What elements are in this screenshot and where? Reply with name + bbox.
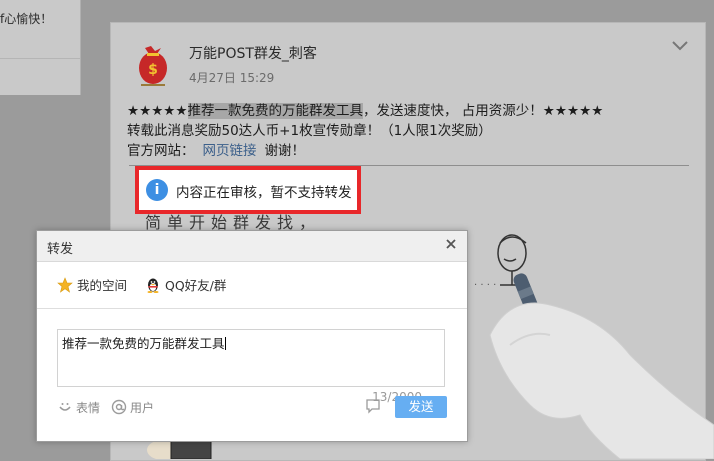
mention-user-button[interactable]: 用户 [111,399,154,416]
post-line-2: 转载此消息奖励50达人币+1枚宣传勋章！（1人限1次奖励） [127,123,492,139]
forward-comment-input[interactable]: 推荐一款免费的万能群发工具 13/2000 [57,329,445,404]
review-notice-text: 内容正在审核，暂不支持转发 [176,185,352,201]
svg-text:. . . .: . . . . [474,277,496,288]
review-notice: i 内容正在审核，暂不支持转发 [135,166,361,214]
tab-my-space-label: 我的空间 [77,278,128,293]
chevron-down-icon[interactable] [671,37,689,55]
emoji-button[interactable]: 表情 [57,399,100,416]
tab-qq-friends[interactable]: QQ好友/群 [145,275,226,294]
forward-dialog: 转发 我的空间 QQ好友/群 推荐一款免费的万能群发工具 表情 用户 发送 [36,230,468,442]
at-icon [111,399,127,415]
site-label: 官方网站： [127,143,195,159]
previous-post-text: f心愉快！ [0,12,53,26]
forward-comment-text: 推荐一款免费的万能群发工具 [62,336,225,351]
web-link[interactable]: 网页链接 [203,143,257,159]
dialog-title: 转发 [47,242,74,257]
post-content: ★★★★★推荐一款免费的万能群发工具，发送速度快， 占用资源少！★★★★★ 转载… [127,101,687,161]
dialog-body: 推荐一款免费的万能群发工具 13/2000 表情 用户 发送 [37,309,467,441]
post-author-name[interactable]: 万能POST群发_刺客 [189,43,317,63]
previous-post-card: f心愉快！ [0,0,81,95]
send-button[interactable]: 发送 [395,396,447,418]
qq-penguin-icon [147,278,159,293]
selected-text: 推荐一款免费的万能群发工具 [187,103,364,119]
mention-user-label: 用户 [130,401,155,415]
stars-prefix: ★★★★★ [127,103,188,119]
divider [0,58,80,59]
tab-my-space[interactable]: 我的空间 [55,275,130,311]
chat-bubble-icon[interactable] [365,398,381,414]
money-bag-avatar-icon[interactable]: $ [135,38,171,90]
tab-qq-friends-label: QQ好友/群 [165,278,227,293]
forward-target-tabs: 我的空间 QQ好友/群 [37,262,467,311]
post-timestamp: 4月27日 15:29 [189,71,275,85]
post-line-3: 官方网站： 网页链接 谢谢！ [127,141,687,161]
post-line-1-suffix: ，发送速度快， 占用资源少！★★★★★ [363,103,604,119]
emoji-label: 表情 [76,401,101,415]
star-icon [57,277,73,293]
smiley-icon [59,403,71,411]
hand-drawing-illustration: . . . . [474,234,714,459]
svg-text:$: $ [148,62,158,78]
close-icon[interactable] [443,236,459,252]
dialog-header: 转发 [37,231,467,262]
info-icon: i [146,179,168,201]
thanks-text: 谢谢！ [264,143,306,159]
text-caret [224,337,226,350]
post-line-1: ★★★★★推荐一款免费的万能群发工具，发送速度快， 占用资源少！★★★★★ [127,101,687,121]
